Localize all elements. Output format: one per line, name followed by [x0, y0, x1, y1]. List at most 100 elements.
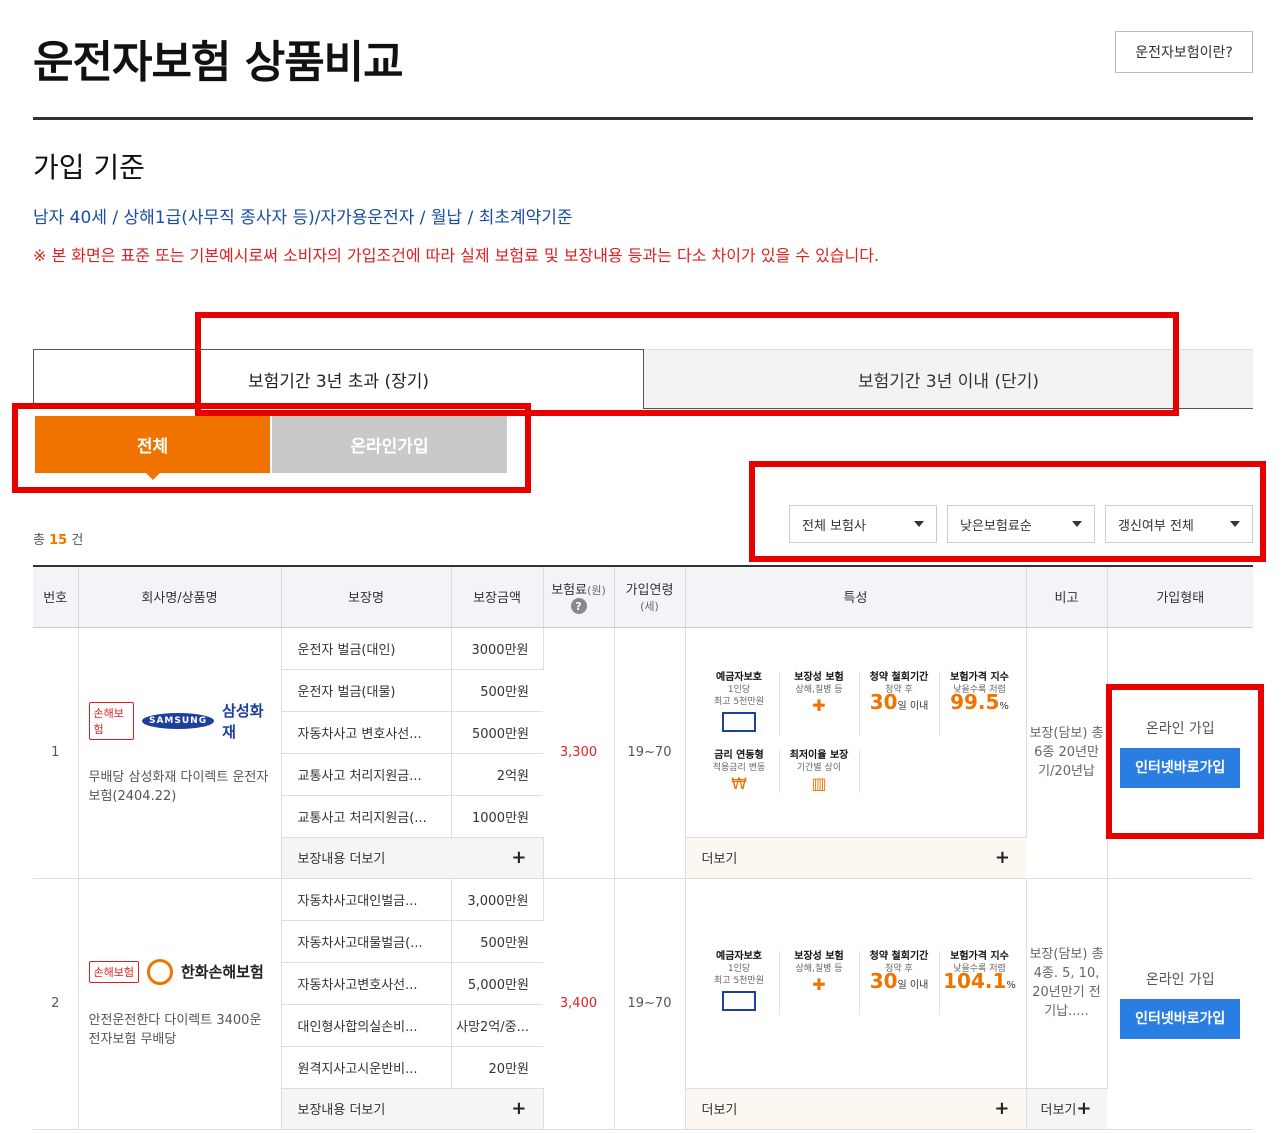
- page-title: 운전자보험 상품비교: [33, 37, 404, 88]
- tab-long-term[interactable]: 보험기간 3년 초과 (장기): [33, 349, 644, 409]
- coverage-name: 자동차사고변호사선...: [281, 962, 452, 1005]
- coverage-more-label: 보장내용 더보기: [297, 1103, 386, 1118]
- feature-more-label: 더보기: [701, 852, 738, 867]
- criteria-title: 가입 기준: [33, 151, 145, 184]
- remark-text: 보장(담보) 총 4종. 5, 10, 20년만기 전기납.....: [1026, 878, 1108, 1089]
- feature-more-button[interactable]: 더보기 +: [685, 1088, 1027, 1130]
- feature-sub: 1인당: [727, 964, 751, 974]
- feature-coverage-insurance: 보장성 보험 상해,질병 등 ✚: [780, 951, 860, 1015]
- filter-selects: 전체 보험사 낮은보험료순 갱신여부 전체: [789, 505, 1253, 543]
- price-index-value: 104.1: [943, 969, 1007, 993]
- coverage-name: 교통사고 처리지원금...: [281, 753, 452, 796]
- feature-badges: 예금자보호 1인당 최고 5천만원 보장성 보험 상해,질병 등 ✚ 청약 철회…: [686, 921, 1026, 1045]
- filter-all-button[interactable]: 전체: [35, 416, 270, 480]
- company-brand: 손해보험 SAMSUNG 삼성화재: [88, 700, 271, 742]
- feature-title: 금리 연동형: [714, 749, 764, 761]
- company-cell: 손해보험 SAMSUNG 삼성화재 무배당 삼성화재 다이렉트 운전자보험(24…: [78, 627, 282, 879]
- medical-bowl-icon: ✚: [812, 695, 826, 715]
- withdrawal-unit: 일 이내: [897, 700, 929, 712]
- feature-title: 청약 철회기간: [869, 671, 929, 683]
- coverage-name: 자동차사고대물벌금(...: [281, 920, 452, 963]
- remark-text: 보장(담보) 총 6종 20년만기/20년납: [1026, 627, 1108, 879]
- premium-value: 3,300: [543, 627, 615, 879]
- plus-icon: +: [1076, 1098, 1092, 1119]
- remark-more-button[interactable]: 더보기+: [1026, 1088, 1107, 1130]
- product-name: 안전운전한다 다이렉트 3400운전자보험 무배당: [88, 1012, 262, 1047]
- company-name: 한화손해보험: [180, 963, 264, 981]
- feature-price-index: 보험가격 지수 낮을수록 저렴 104.1%: [940, 951, 1020, 1015]
- feature-sub: 적용금리 변동: [712, 762, 766, 773]
- price-index-unit: %: [1006, 980, 1016, 991]
- internet-join-button[interactable]: 인터넷바로가입: [1120, 998, 1241, 1039]
- coverage-amount: 5000만원: [451, 711, 543, 754]
- company-cell: 손해보험 한화손해보험 안전운전한다 다이렉트 3400운전자보험 무배당: [78, 878, 282, 1130]
- feature-deposit-protection: 예금자보호 1인당 최고 5천만원: [700, 671, 780, 736]
- tab-short-term[interactable]: 보험기간 3년 이내 (단기): [644, 349, 1253, 409]
- feature-sub: 상해,질병 등: [795, 684, 843, 695]
- feature-sub: 기간별 상이: [796, 762, 842, 773]
- feature-title: 최저이율 보장: [789, 749, 849, 761]
- coverage-amount: 사망2억/중...: [451, 1004, 543, 1047]
- coverage-amount: 3,000만원: [451, 878, 544, 921]
- result-count: 총 15 건: [33, 529, 83, 548]
- features-cell: 예금자보호 1인당 최고 5천만원 보장성 보험 상해,질병 등 ✚ 청약 철회…: [685, 878, 1027, 1089]
- sort-select[interactable]: 낮은보험료순: [947, 505, 1095, 543]
- table-row: 2 손해보험 한화손해보험 안전운전한다 다이렉트 3400운전자보험 무배당 …: [33, 878, 1253, 1130]
- coverage-amount: 5,000만원: [451, 962, 543, 1005]
- premium-value: 3,400: [543, 878, 615, 1130]
- help-icon[interactable]: ?: [570, 598, 587, 615]
- feature-title: 보장성 보험: [794, 951, 844, 962]
- age-range: 19~70: [614, 627, 686, 879]
- chart-icon: ▥: [811, 773, 827, 793]
- age-range: 19~70: [614, 878, 686, 1130]
- count-value: 15: [49, 533, 68, 548]
- sort-select-value: 낮은보험료순: [960, 518, 1032, 534]
- filter-online-button[interactable]: 온라인가입: [272, 416, 507, 473]
- join-type-filter: 전체 온라인가입: [35, 416, 507, 480]
- feature-sub: 상해,질병 등: [795, 964, 843, 974]
- feature-title: 예금자보호: [716, 951, 762, 962]
- plus-icon: +: [994, 1098, 1010, 1119]
- company-name: 삼성화재: [222, 701, 264, 741]
- feature-value: 104.1%: [940, 971, 1020, 992]
- about-driver-insurance-button[interactable]: 운전자보험이란?: [1115, 31, 1253, 73]
- feature-title: 보험가격 지수: [950, 671, 1009, 683]
- coverage-name: 운전자 벌금(대인): [281, 627, 452, 670]
- header-premium-label: 보험료: [551, 583, 588, 599]
- feature-more-label: 더보기: [701, 1103, 738, 1118]
- feature-sub: 최고 5천만원: [714, 976, 764, 986]
- kdic-badge-icon: [722, 991, 756, 1011]
- feature-deposit-protection: 예금자보호 1인당 최고 5천만원: [700, 951, 780, 1015]
- join-type-label: 온라인 가입: [1145, 971, 1215, 988]
- feature-badges: 예금자보호 1인당 최고 5천만원 보장성 보험 상해,질병 등 ✚ 청약 철회…: [686, 642, 1026, 823]
- plus-icon: +: [994, 847, 1010, 868]
- feature-value: 99.5%: [940, 692, 1020, 713]
- insurer-select-value: 전체 보험사: [802, 518, 866, 534]
- feature-value: 30일 이내: [860, 692, 939, 713]
- coverage-more-button[interactable]: 보장내용 더보기 +: [281, 837, 544, 879]
- feature-withdrawal-period: 청약 철회기간 청약 후 30일 이내: [860, 951, 940, 1015]
- chevron-down-icon: [1230, 521, 1240, 527]
- insurance-type-tag: 손해보험: [88, 960, 139, 983]
- remark-more-label: 더보기: [1040, 1103, 1077, 1118]
- feature-coverage-insurance: 보장성 보험 상해,질병 등 ✚: [780, 671, 860, 736]
- withdrawal-days: 30: [869, 689, 898, 714]
- insurance-type-tag: 손해보험: [88, 701, 134, 740]
- insurer-select[interactable]: 전체 보험사: [789, 505, 937, 543]
- renewal-select[interactable]: 갱신여부 전체: [1105, 505, 1253, 543]
- coverage-name: 교통사고 처리지원금(...: [281, 795, 452, 838]
- header-join: 가입형태: [1107, 565, 1253, 628]
- row-number: 2: [33, 878, 79, 1130]
- coverage-amount: 3000만원: [451, 627, 544, 670]
- kdic-badge-icon: [722, 711, 756, 732]
- coverage-amount: 500만원: [451, 669, 543, 712]
- feature-more-button[interactable]: 더보기 +: [685, 837, 1026, 879]
- samsung-logo: SAMSUNG: [141, 712, 215, 729]
- coverage-more-button[interactable]: 보장내용 더보기 +: [281, 1088, 544, 1130]
- internet-join-button[interactable]: 인터넷바로가입: [1120, 747, 1241, 788]
- price-index-value: 99.5: [950, 689, 1000, 714]
- hanwha-logo-icon: [146, 958, 173, 985]
- period-tabs: 보험기간 3년 초과 (장기) 보험기간 3년 이내 (단기): [33, 349, 1253, 409]
- company-brand: 손해보험 한화손해보험: [88, 958, 271, 985]
- header-no: 번호: [33, 565, 79, 628]
